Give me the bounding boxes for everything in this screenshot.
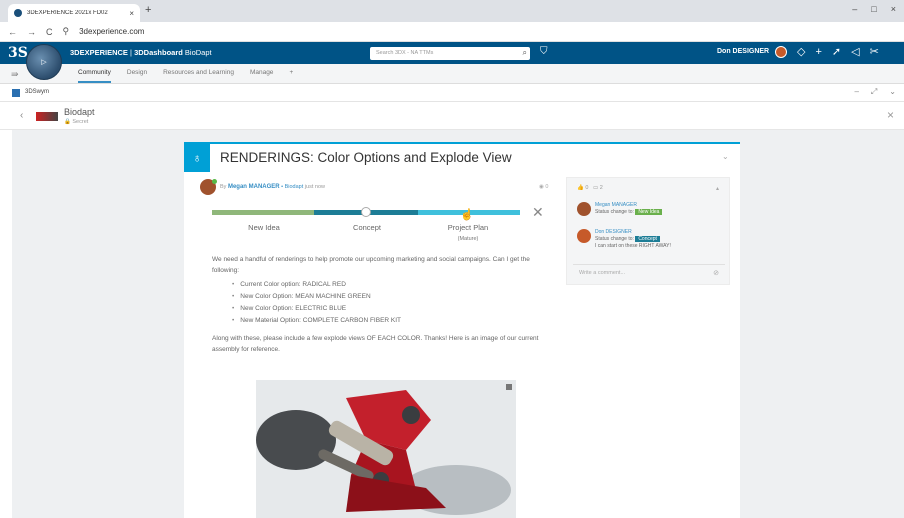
site-icon: ⚲ xyxy=(62,26,70,36)
platform-header: 3S 3DEXPERIENCE | 3DDashboard BioDapt Se… xyxy=(0,42,904,64)
favicon-icon xyxy=(14,9,22,17)
post-title: RENDERINGS: Color Options and Explode Vi… xyxy=(220,150,512,165)
address-bar: ← → C ⚲ 3dexperience.com xyxy=(0,22,904,42)
browser-tabbar: 3DEXPERIENCE 2021x FD02 × + – □ × xyxy=(0,0,904,22)
stage-project-plan[interactable]: Project Plan xyxy=(418,223,518,232)
window-controls: – □ × xyxy=(852,4,896,14)
list-item: Current Color option: RADICAL RED xyxy=(232,279,557,291)
widget-menu-icon[interactable]: ⌄ xyxy=(889,87,896,97)
tab-close-icon[interactable]: × xyxy=(129,9,134,18)
assembly-image[interactable] xyxy=(256,380,516,518)
tab-community[interactable]: Community xyxy=(78,69,111,83)
add-tab-icon[interactable]: + xyxy=(289,69,293,83)
community-visibility: 🔒 Secret xyxy=(64,119,89,125)
lightbulb-icon: ♁ xyxy=(184,144,210,172)
window-close-icon[interactable]: × xyxy=(891,4,896,14)
post-body: We need a handful of renderings to help … xyxy=(212,254,557,355)
like-icon[interactable]: 👍 xyxy=(577,185,584,191)
share-icon[interactable]: ➚ xyxy=(832,45,841,58)
dashboard-tabs: ⇛ Community Design Resources and Learnin… xyxy=(0,64,904,84)
user-name[interactable]: Don DESIGNER xyxy=(717,48,769,55)
author-avatar[interactable] xyxy=(200,179,217,195)
list-item: New Color Option: ELECTRIC BLUE xyxy=(232,303,557,315)
avatar[interactable] xyxy=(577,202,591,216)
tab-title: 3DEXPERIENCE 2021x FD02 xyxy=(27,10,108,16)
community-bar: ‹ Biodapt 🔒 Secret × xyxy=(0,102,904,130)
close-icon[interactable]: × xyxy=(887,108,894,122)
add-icon[interactable]: + xyxy=(815,46,821,58)
stage-sub: (Mature) xyxy=(457,236,479,242)
community-name[interactable]: Biodapt xyxy=(64,107,95,117)
list-item: New Color Option: MEAN MACHINE GREEN xyxy=(232,291,557,303)
avatar[interactable] xyxy=(577,229,591,243)
tools-icon[interactable]: ✂ xyxy=(870,45,879,58)
attachment-icon[interactable]: ⊘ xyxy=(713,269,719,277)
ds-logo-icon[interactable]: 3S xyxy=(8,45,28,61)
status-badge: Concept xyxy=(635,236,660,242)
tab-design[interactable]: Design xyxy=(127,69,147,83)
comment-icon[interactable]: ▭ xyxy=(593,185,598,191)
widget-minimize-icon[interactable]: – xyxy=(854,87,858,97)
social-share-icon[interactable]: ◁ xyxy=(851,45,859,58)
back-chevron-icon[interactable]: ‹ xyxy=(20,110,23,121)
author-link[interactable]: Megan MANAGER xyxy=(228,184,280,190)
brand-title: 3DEXPERIENCE | 3DDashboard BioDapt xyxy=(70,48,212,57)
stage-new-idea[interactable]: New Idea xyxy=(214,223,314,232)
stage-concept[interactable]: Concept xyxy=(317,223,417,232)
browser-tab[interactable]: 3DEXPERIENCE 2021x FD02 × xyxy=(8,4,140,22)
views-count: ◉ 0 xyxy=(539,184,549,190)
community-link[interactable]: • Biodapt xyxy=(281,184,303,190)
menu-icon[interactable]: ⇛ xyxy=(11,69,19,80)
new-tab-button[interactable]: + xyxy=(145,4,151,16)
activity-item: Megan MANAGER Status change to: New Idea xyxy=(595,202,663,216)
url-field[interactable]: 3dexperience.com xyxy=(79,27,144,36)
activity-item: Don DESIGNER Status change to: Concept I… xyxy=(595,229,671,249)
comment-input[interactable]: Write a comment... ⊘ xyxy=(573,264,725,280)
user-avatar[interactable] xyxy=(775,45,787,58)
widget-expand-icon[interactable]: ⤢ xyxy=(871,87,877,97)
swym-icon xyxy=(12,89,20,97)
back-icon[interactable]: ← xyxy=(8,27,17,37)
status-badge: New Idea xyxy=(635,209,663,215)
header-actions: ◇ + ➚ ◁ ✂ xyxy=(775,45,879,58)
tag-icon[interactable]: ⛉ xyxy=(540,46,548,57)
activity-panel: 👍 0 ▭ 2 ▴ Megan MANAGER Status change to… xyxy=(566,177,730,285)
maximize-icon[interactable]: □ xyxy=(871,4,876,14)
hand-cursor-icon: ☝ xyxy=(460,209,474,221)
maturity-handle[interactable] xyxy=(361,207,371,217)
minimize-icon[interactable]: – xyxy=(852,4,857,14)
byline: By Megan MANAGER • Biodapt just now xyxy=(220,184,325,190)
search-input[interactable]: Search 3DX - NA TTMs ⌕ xyxy=(370,47,530,60)
post-stats: 👍 0 ▭ 2 xyxy=(577,185,603,191)
notifications-icon[interactable]: ◇ xyxy=(797,45,805,58)
widget-header: 3DSwym – ⤢ ⌄ xyxy=(0,84,904,102)
tab-resources[interactable]: Resources and Learning xyxy=(163,69,234,83)
chevron-up-icon[interactable]: ▴ xyxy=(716,185,719,192)
forward-icon[interactable]: → xyxy=(27,27,36,37)
search-icon[interactable]: ⌕ xyxy=(523,48,527,58)
reload-icon[interactable]: C xyxy=(46,27,53,37)
chevron-down-icon[interactable]: ⌄ xyxy=(722,152,729,161)
community-thumbnail xyxy=(36,112,58,121)
maturity-close-icon[interactable]: ✕ xyxy=(532,204,544,221)
list-item: New Material Option: COMPLETE CARBON FIB… xyxy=(232,315,557,327)
widget-title: 3DSwym xyxy=(25,89,50,95)
compass-icon[interactable]: ▷ xyxy=(26,44,62,80)
tab-manage[interactable]: Manage xyxy=(250,69,274,83)
